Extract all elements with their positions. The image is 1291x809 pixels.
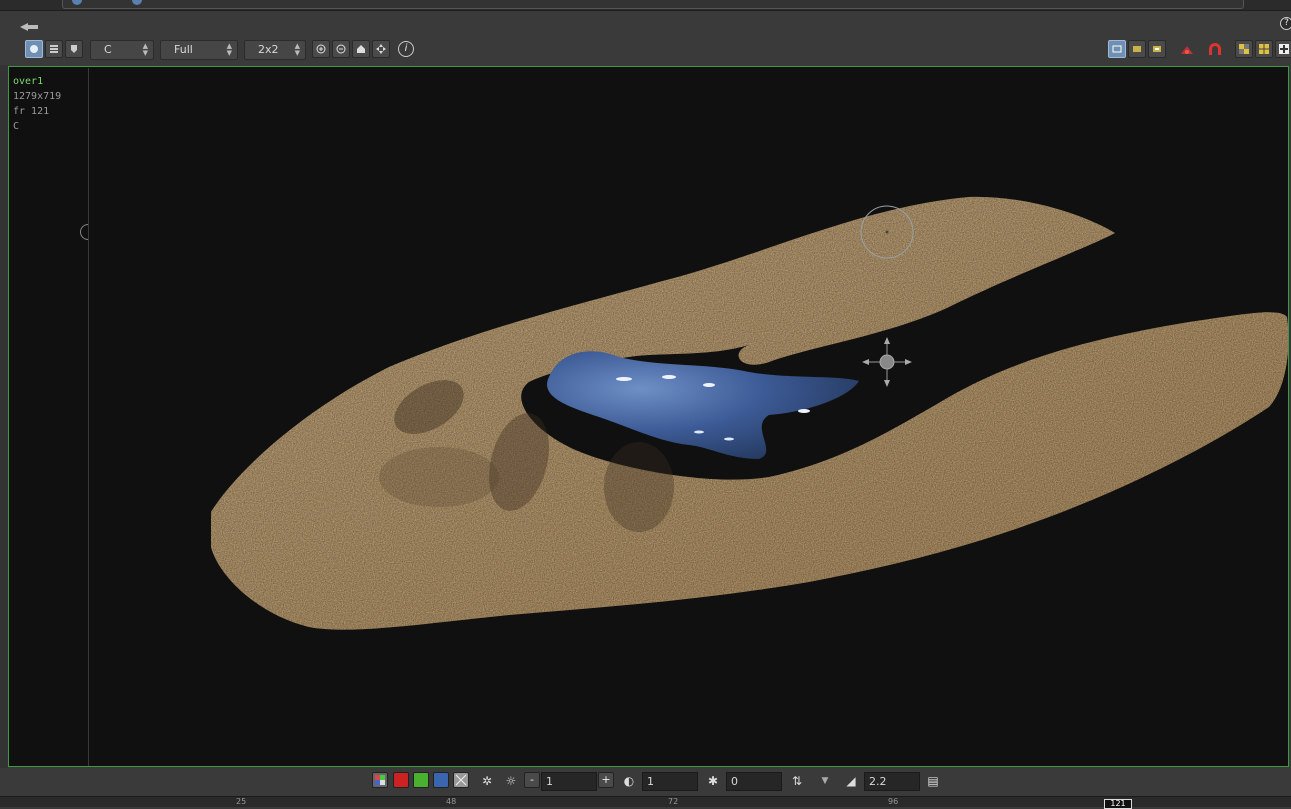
layout-single-icon[interactable] <box>1108 40 1126 58</box>
zoom-out-icon[interactable] <box>332 40 350 58</box>
viewport-divider <box>88 68 89 766</box>
exposure-field[interactable]: 1 <box>541 772 597 791</box>
timeline-tick: 72 <box>668 797 679 806</box>
path-bar[interactable] <box>62 0 1244 9</box>
rgb-channel-icon[interactable] <box>372 772 388 788</box>
viewer-viewport[interactable] <box>8 66 1289 767</box>
snap-magnet-icon[interactable] <box>1206 41 1224 59</box>
home-icon[interactable] <box>352 40 370 58</box>
timeline-tick: 48 <box>446 797 457 806</box>
help-button[interactable]: ? <box>1280 17 1291 30</box>
display-options-icon[interactable] <box>45 40 63 58</box>
render-image <box>211 196 1288 630</box>
timeline-strip[interactable] <box>0 796 1291 807</box>
frame-number: fr 121 <box>13 106 50 117</box>
green-channel-icon[interactable] <box>413 772 429 788</box>
channel-value: C <box>104 43 112 56</box>
lut-field[interactable]: 2.2 <box>864 772 920 791</box>
dropdown-arrow-icon: ▲ ▼ <box>226 42 232 57</box>
clip-icon[interactable]: ⇅ <box>788 772 806 790</box>
channel-dropdown[interactable]: C ▲ ▼ <box>90 40 154 60</box>
view-mode-icon[interactable] <box>25 40 43 58</box>
plane-name: C <box>13 121 20 132</box>
left-gutter <box>0 35 8 806</box>
dropdown-arrow-icon: ▲ ▼ <box>294 42 300 57</box>
viewer-info-overlay: over1 1279x719 fr 121 C <box>13 74 61 134</box>
info-icon[interactable]: i <box>398 41 414 57</box>
current-frame-marker[interactable]: 121 <box>1104 799 1132 809</box>
red-channel-icon[interactable] <box>393 772 409 788</box>
checker-icon[interactable] <box>1235 40 1253 58</box>
lut-dropdown-icon[interactable]: ▼ <box>816 772 834 790</box>
layout-compare-icon[interactable] <box>1148 40 1166 58</box>
timeline-tick: 25 <box>236 797 247 806</box>
exposure-picker-icon[interactable]: ✲ <box>478 772 496 790</box>
transform-handle-icon[interactable] <box>862 337 912 387</box>
viewer-options-icon[interactable]: ▤ <box>924 772 942 790</box>
resolution-value: Full <box>174 43 193 56</box>
layout-split-icon[interactable] <box>1128 40 1146 58</box>
gamma-field[interactable]: 1 <box>642 772 698 791</box>
exposure-minus-button[interactable]: - <box>524 772 540 788</box>
tile-value: 2x2 <box>258 43 279 56</box>
tile-dropdown[interactable]: 2x2 ▲ ▼ <box>244 40 306 60</box>
crosshair-icon[interactable] <box>1275 40 1291 58</box>
exposure-icon[interactable]: ☼ <box>502 772 520 790</box>
render-icon[interactable] <box>1178 41 1196 59</box>
node-name: over1 <box>13 76 44 87</box>
brightness-icon[interactable]: ✱ <box>704 772 722 790</box>
timeline-tick: 96 <box>888 797 899 806</box>
zoom-in-icon[interactable] <box>312 40 330 58</box>
brightness-field[interactable]: 0 <box>726 772 782 791</box>
pane-menu-icon[interactable] <box>18 20 42 32</box>
fit-view-icon[interactable] <box>372 40 390 58</box>
water-shape <box>547 351 859 459</box>
guides-icon[interactable] <box>1255 40 1273 58</box>
exposure-plus-button[interactable]: + <box>598 772 614 788</box>
image-size: 1279x719 <box>13 91 62 102</box>
alpha-channel-icon[interactable] <box>453 772 469 788</box>
pin-viewer-icon[interactable] <box>65 40 83 58</box>
dropdown-arrow-icon: ▲ ▼ <box>142 42 148 57</box>
lut-icon[interactable]: ◢ <box>842 772 860 790</box>
blue-channel-icon[interactable] <box>433 772 449 788</box>
resolution-dropdown[interactable]: Full ▲ ▼ <box>160 40 238 60</box>
gamma-icon[interactable]: ◐ <box>620 772 638 790</box>
